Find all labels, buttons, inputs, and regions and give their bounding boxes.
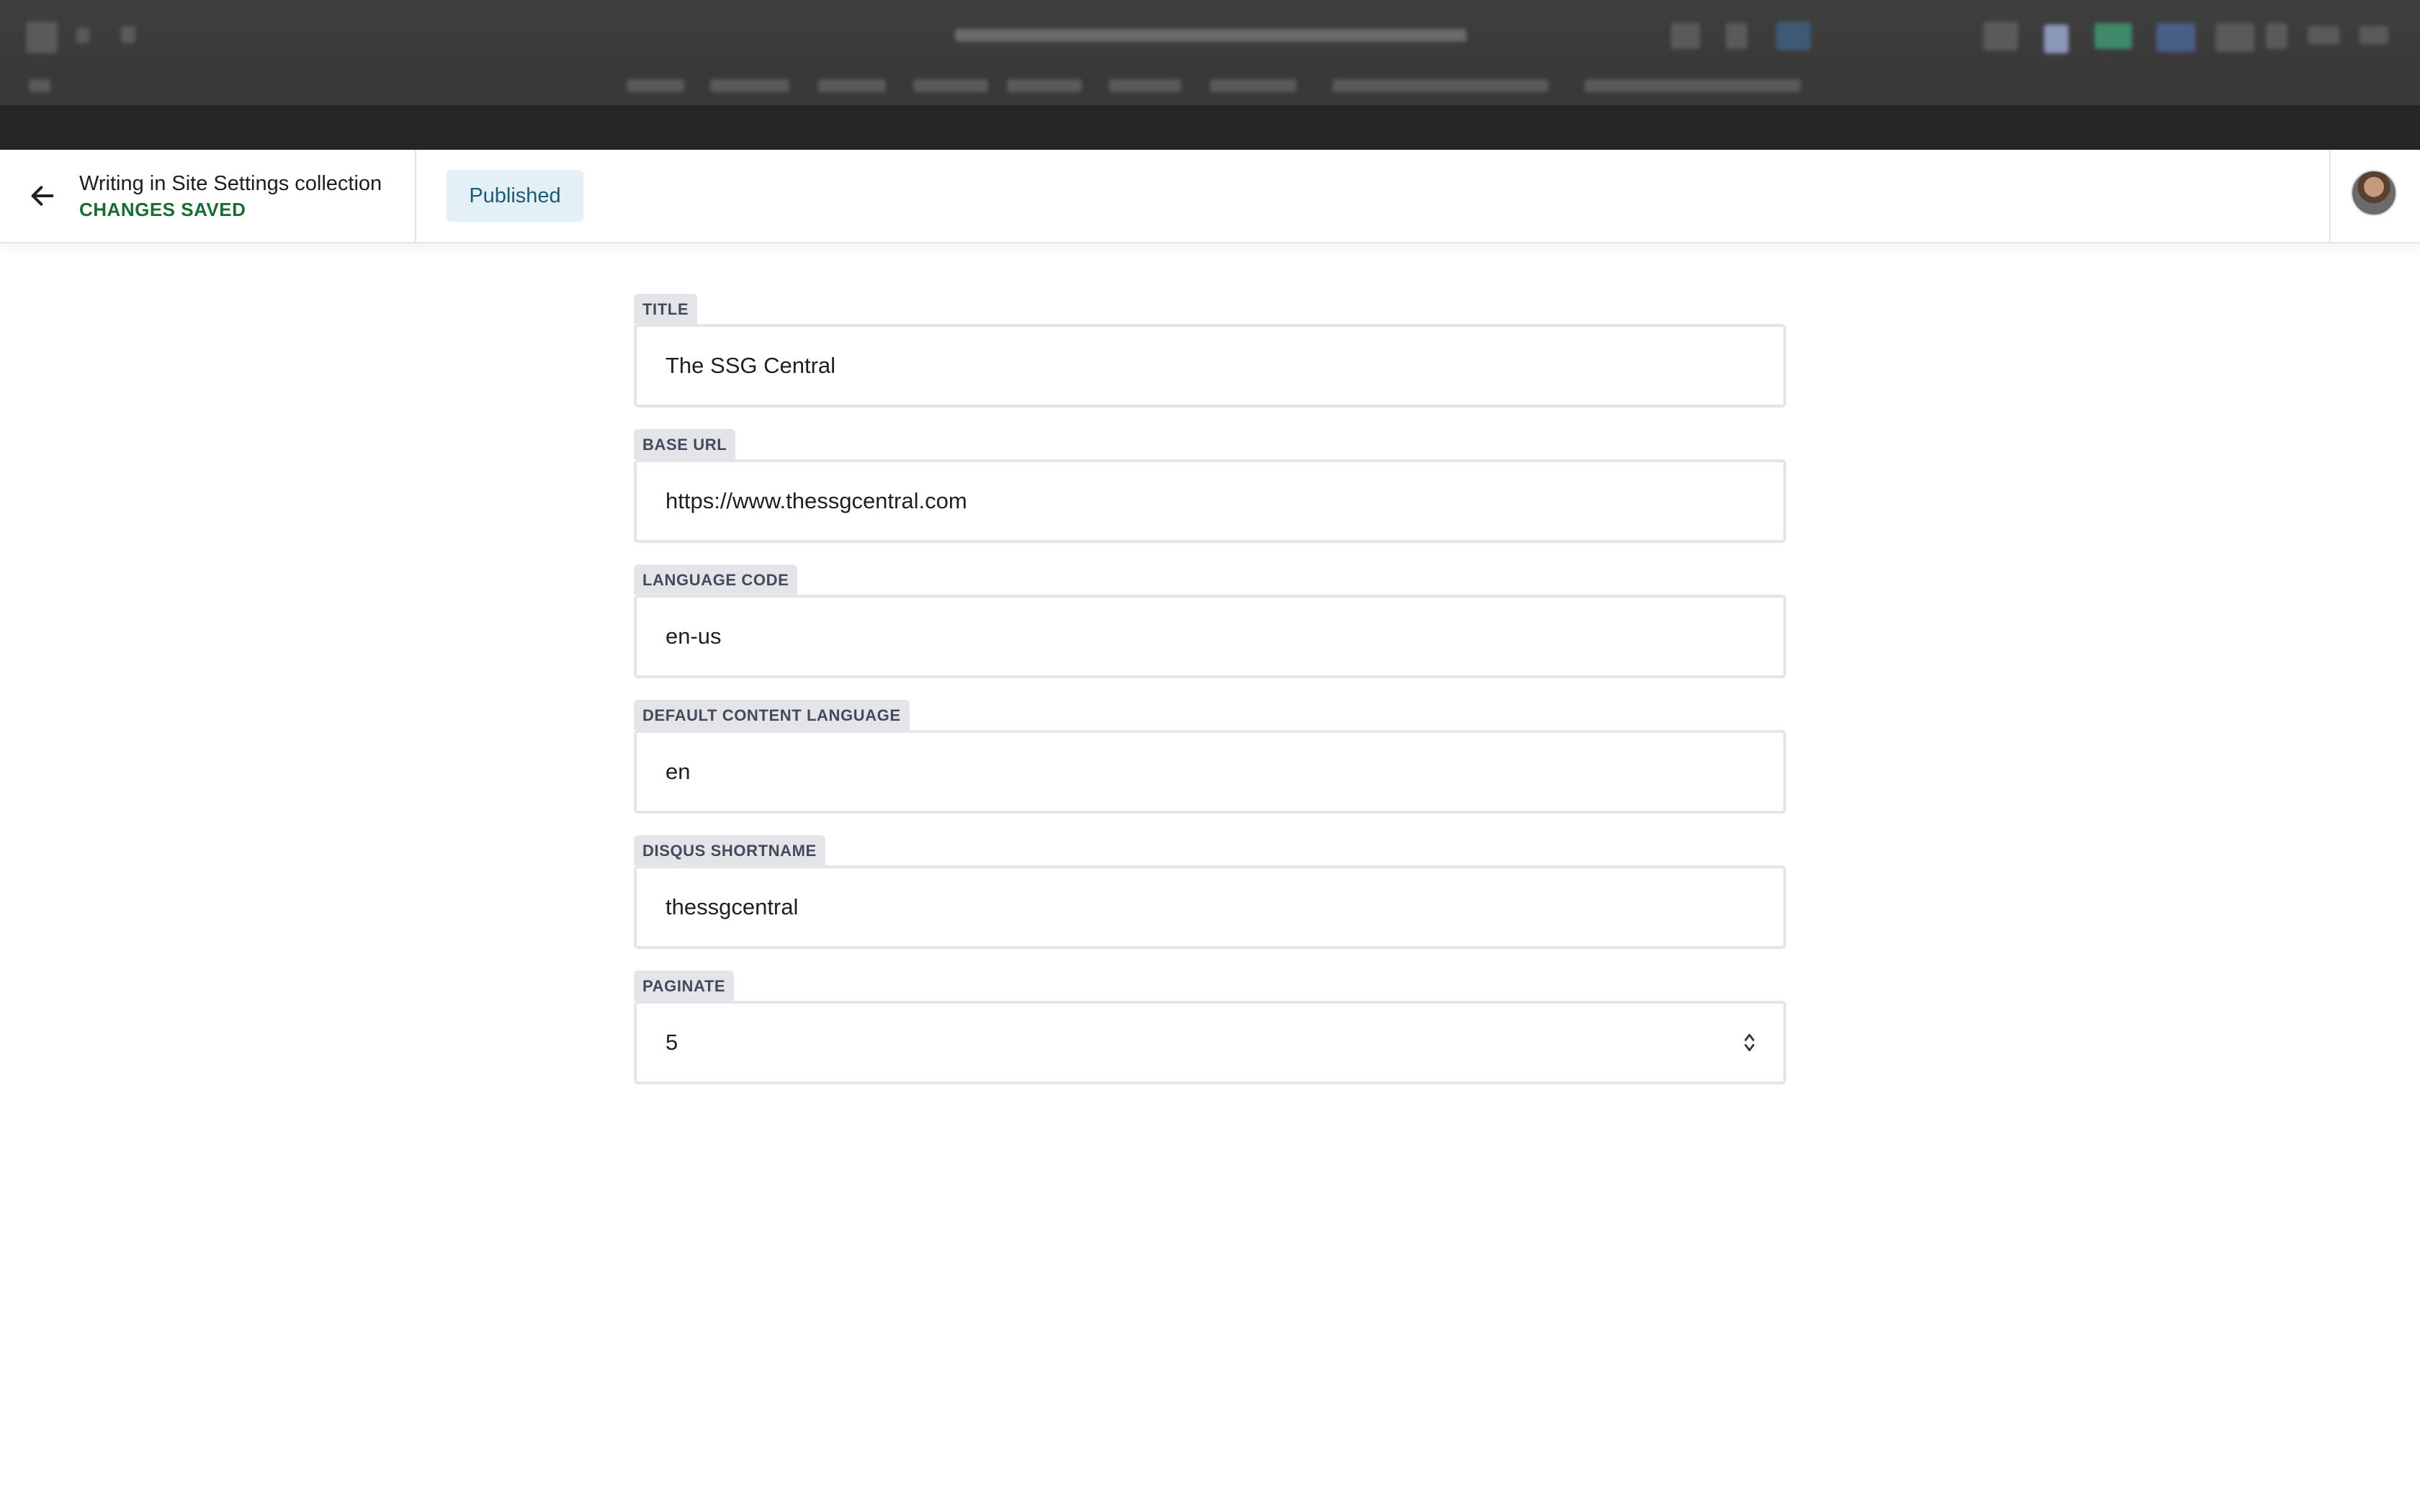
base-url-input[interactable] [634, 459, 1786, 543]
field-title: TITLE [634, 294, 1786, 429]
field-disqus-shortname: DISQUS SHORTNAME [634, 835, 1786, 971]
window-control[interactable] [76, 27, 89, 43]
extension-icon[interactable] [1726, 23, 1747, 49]
editor-header: Writing in Site Settings collection CHAN… [0, 150, 2420, 243]
paginate-wrapper [634, 1001, 1786, 1084]
bookmark-item[interactable] [627, 79, 684, 92]
chevron-updown-icon[interactable] [1742, 1030, 1757, 1056]
extension-icon[interactable] [2044, 24, 2069, 53]
extension-icon[interactable] [2156, 23, 2195, 52]
bookmark-item[interactable] [710, 79, 789, 92]
bookmark-item[interactable] [1007, 79, 1082, 92]
bookmark-item[interactable] [1109, 79, 1181, 92]
bookmark-item[interactable] [29, 79, 50, 92]
title-input[interactable] [634, 324, 1786, 408]
extension-icon[interactable] [2360, 26, 2388, 45]
bookmark-item[interactable] [913, 79, 988, 92]
field-label-disqus-shortname: DISQUS SHORTNAME [634, 835, 825, 865]
back-button[interactable] [20, 174, 65, 219]
publish-status-button[interactable]: Published [447, 170, 583, 222]
field-language-code: LANGUAGE CODE [634, 564, 1786, 700]
user-avatar[interactable] [2351, 170, 2397, 216]
browser-tab-strip [0, 105, 2420, 150]
bookmark-item[interactable] [1210, 79, 1296, 92]
bookmark-item[interactable] [1332, 79, 1549, 92]
disqus-shortname-input[interactable] [634, 865, 1786, 949]
extension-icon[interactable] [2266, 23, 2287, 49]
default-content-language-input[interactable] [634, 730, 1786, 814]
arrow-left-icon [28, 181, 57, 212]
extension-icon[interactable] [1671, 23, 1700, 49]
window-control[interactable] [26, 22, 58, 53]
extension-icon[interactable] [2215, 23, 2254, 52]
field-label-default-content-language: DEFAULT CONTENT LANGUAGE [634, 700, 910, 730]
browser-chrome [0, 0, 2420, 150]
header-text: Writing in Site Settings collection CHAN… [79, 170, 382, 222]
browser-titlebar [0, 0, 2420, 69]
bookmarks-bar [0, 69, 2420, 105]
header-divider [2329, 150, 2331, 243]
settings-form: TITLE BASE URL LANGUAGE CODE DEFAULT CON… [634, 294, 1786, 1106]
header-divider [415, 150, 416, 243]
field-label-base-url: BASE URL [634, 429, 736, 459]
extension-icon[interactable] [1776, 22, 1811, 50]
field-label-language-code: LANGUAGE CODE [634, 564, 798, 595]
bookmark-item[interactable] [1585, 79, 1801, 92]
save-status: CHANGES SAVED [79, 199, 246, 220]
field-label-paginate: PAGINATE [634, 971, 735, 1001]
language-code-input[interactable] [634, 595, 1786, 678]
field-default-content-language: DEFAULT CONTENT LANGUAGE [634, 700, 1786, 835]
field-base-url: BASE URL [634, 429, 1786, 564]
field-label-title: TITLE [634, 294, 698, 324]
window-control[interactable] [121, 26, 135, 43]
address-bar[interactable] [955, 29, 1466, 42]
extension-icon[interactable] [2308, 26, 2339, 45]
extension-icon[interactable] [2094, 23, 2132, 49]
extension-icon[interactable] [1984, 22, 2018, 50]
collection-title: Writing in Site Settings collection [79, 172, 382, 195]
field-paginate: PAGINATE [634, 971, 1786, 1106]
bookmark-item[interactable] [818, 79, 886, 92]
paginate-input[interactable] [634, 1001, 1786, 1084]
